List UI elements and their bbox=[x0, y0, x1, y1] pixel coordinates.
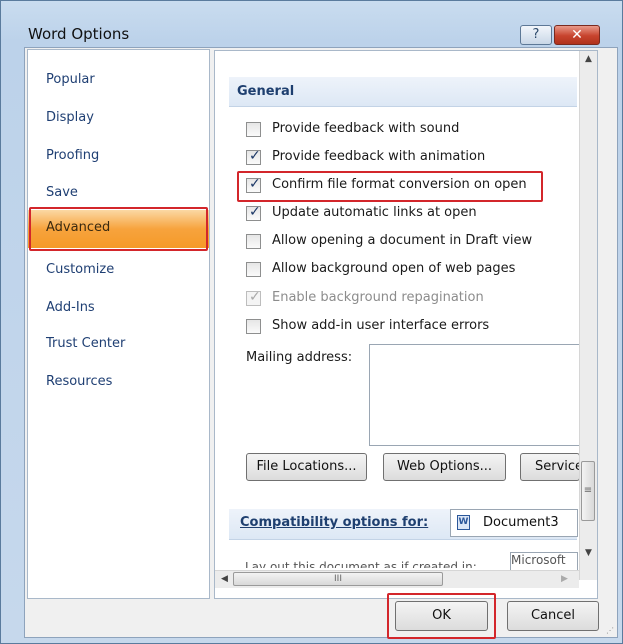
resize-grip-icon[interactable]: ⋰ bbox=[606, 627, 618, 640]
sidebar-item-label: Display bbox=[46, 110, 94, 125]
option-label: Show add-in user interface errors bbox=[272, 318, 490, 333]
sidebar-item-label: Customize bbox=[46, 262, 115, 277]
cancel-button[interactable]: Cancel bbox=[507, 601, 599, 631]
confirm-conversion-highlight-box bbox=[237, 171, 543, 202]
compatibility-document-name: Document3 bbox=[483, 515, 559, 530]
section-title: General bbox=[237, 84, 295, 99]
layout-version-value: Microsoft bbox=[511, 553, 566, 567]
sidebar-item-proofing[interactable]: Proofing bbox=[28, 138, 209, 176]
arrow-up-icon[interactable]: ▲ bbox=[580, 51, 597, 68]
sidebar-item-popular[interactable]: Popular bbox=[28, 62, 209, 100]
option-label: Provide feedback with sound bbox=[272, 121, 460, 136]
compatibility-label: Compatibility options for: bbox=[240, 515, 429, 530]
sidebar-item-label: Add-Ins bbox=[46, 300, 95, 315]
checkbox[interactable] bbox=[246, 262, 261, 277]
service-options-button[interactable]: Service bbox=[520, 453, 580, 481]
sidebar-item-label: Resources bbox=[46, 374, 113, 389]
help-button[interactable]: ? bbox=[520, 25, 552, 45]
check-icon: ✓ bbox=[249, 204, 261, 220]
check-icon: ✓ bbox=[249, 148, 261, 164]
sidebar-item-display[interactable]: Display bbox=[28, 100, 209, 138]
web-options-button[interactable]: Web Options... bbox=[383, 453, 506, 481]
checkbox[interactable]: ✓ bbox=[246, 148, 261, 165]
sidebar-item-add-ins[interactable]: Add-Ins bbox=[28, 290, 209, 328]
vertical-scrollbar[interactable]: ▲ ≡ ▼ bbox=[579, 51, 597, 580]
sidebar-item-resources[interactable]: Resources bbox=[28, 364, 209, 402]
sidebar-item-label: Popular bbox=[46, 72, 95, 87]
layout-as-if-created-label: Lay out this document as if created in: bbox=[245, 560, 477, 568]
sidebar-item-customize[interactable]: Customize bbox=[28, 252, 209, 290]
checkbox[interactable]: ✓ bbox=[246, 204, 261, 221]
file-locations-button[interactable]: File Locations... bbox=[246, 453, 367, 481]
horizontal-scrollbar[interactable]: ◀ III ▶ bbox=[215, 570, 579, 588]
word-document-icon: W bbox=[457, 515, 470, 530]
mailing-address-field[interactable] bbox=[369, 344, 589, 446]
arrow-left-icon[interactable]: ◀ bbox=[221, 571, 228, 588]
sidebar-item-trust-center[interactable]: Trust Center bbox=[28, 326, 209, 364]
horizontal-scroll-thumb[interactable]: III bbox=[233, 572, 443, 586]
general-section-header: General bbox=[229, 77, 577, 107]
sidebar-item-label: Save bbox=[46, 185, 78, 200]
checkbox: ✓ bbox=[246, 289, 261, 306]
option-label: Enable background repagination bbox=[272, 290, 484, 305]
window-title: Word Options bbox=[28, 25, 130, 43]
option-label: Allow opening a document in Draft view bbox=[272, 233, 533, 248]
mailing-address-label: Mailing address: bbox=[246, 350, 353, 365]
arrow-down-icon[interactable]: ▼ bbox=[580, 545, 597, 562]
advanced-highlight-box bbox=[29, 207, 208, 251]
option-label: Update automatic links at open bbox=[272, 205, 477, 220]
layout-version-select[interactable]: Microsoft bbox=[510, 552, 578, 570]
title-bar[interactable]: Word Options ? ✕ bbox=[1, 1, 622, 49]
check-icon: ✓ bbox=[249, 289, 261, 305]
sidebar: Popular Display Proofing Save Advanced C… bbox=[27, 49, 210, 599]
sidebar-item-label: Proofing bbox=[46, 148, 100, 163]
close-button[interactable]: ✕ bbox=[554, 25, 600, 45]
sidebar-item-label: Trust Center bbox=[46, 336, 126, 351]
ok-highlight-box bbox=[387, 593, 496, 639]
checkbox[interactable] bbox=[246, 122, 261, 137]
option-label: Allow background open of web pages bbox=[272, 261, 516, 276]
checkbox[interactable] bbox=[246, 234, 261, 249]
option-label: Provide feedback with animation bbox=[272, 149, 486, 164]
compatibility-document-select[interactable]: W Document3 bbox=[450, 509, 578, 537]
arrow-right-icon[interactable]: ▶ bbox=[561, 571, 568, 588]
vertical-scroll-thumb[interactable]: ≡ bbox=[581, 461, 595, 521]
checkbox[interactable] bbox=[246, 319, 261, 334]
